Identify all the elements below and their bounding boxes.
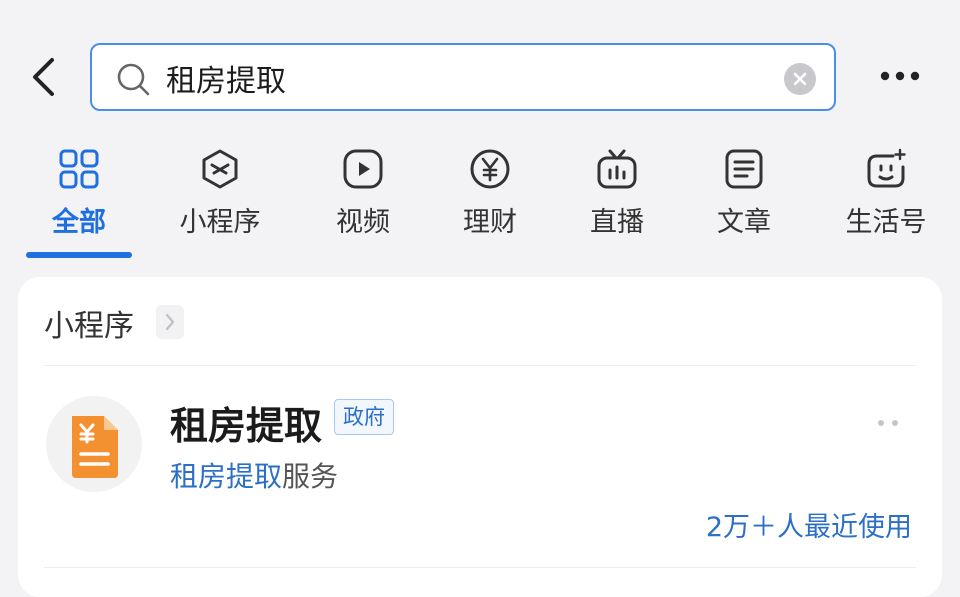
section-more-button[interactable] xyxy=(156,305,184,339)
tab-label: 小程序 xyxy=(179,207,261,238)
divider xyxy=(44,567,916,568)
tv-icon xyxy=(597,149,637,189)
section-title: 小程序 xyxy=(44,309,134,344)
mini-program-icon xyxy=(202,149,238,189)
tab-all[interactable]: 全部 xyxy=(19,140,139,250)
tab-live[interactable]: 直播 xyxy=(557,140,677,250)
chevron-right-icon xyxy=(165,313,175,331)
tab-mini-program[interactable]: 小程序 xyxy=(160,140,280,250)
description-text: 服务 xyxy=(282,460,339,493)
search-box[interactable] xyxy=(90,43,836,111)
back-button[interactable] xyxy=(26,56,66,98)
play-icon xyxy=(343,149,383,189)
app-description: 租房提取服务 xyxy=(170,455,338,495)
usage-count: 2万＋人最近使用 xyxy=(705,512,912,543)
government-badge: 政府 xyxy=(334,399,394,435)
more-options-button[interactable] xyxy=(878,62,922,90)
search-icon xyxy=(117,63,150,96)
yen-document-icon xyxy=(72,416,118,478)
tab-finance[interactable]: 理财 xyxy=(430,140,550,250)
chevron-left-icon xyxy=(33,58,54,96)
tab-label: 理财 xyxy=(463,207,517,238)
tab-label: 直播 xyxy=(590,207,644,238)
tab-label: 生活号 xyxy=(845,207,927,238)
close-icon xyxy=(793,72,807,86)
document-icon xyxy=(725,149,763,189)
category-tabs: 全部 小程序 视频 理财 直播 文章 生活号 xyxy=(0,140,960,262)
tab-life-account[interactable]: 生活号 xyxy=(826,140,946,250)
active-tab-indicator xyxy=(26,252,132,258)
more-dots-icon xyxy=(880,71,920,81)
tab-video[interactable]: 视频 xyxy=(303,140,423,250)
tab-label: 文章 xyxy=(717,207,771,238)
tab-label: 全部 xyxy=(52,207,106,238)
divider xyxy=(44,365,916,366)
top-bar xyxy=(0,0,960,140)
mini-program-results-card: 小程序 租房提取 政府 租房提取服务 2万＋人最近使用 xyxy=(18,277,942,597)
more-dots-icon xyxy=(878,420,898,426)
app-name[interactable]: 租房提取 xyxy=(170,395,322,450)
tab-label: 视频 xyxy=(336,207,390,238)
yen-icon xyxy=(470,149,510,189)
result-more-button[interactable] xyxy=(876,413,900,426)
grid-icon xyxy=(59,149,99,189)
tab-articles[interactable]: 文章 xyxy=(684,140,804,250)
clear-button[interactable] xyxy=(784,63,816,95)
search-input[interactable] xyxy=(166,57,766,99)
life-account-icon xyxy=(867,148,906,188)
app-logo[interactable] xyxy=(46,396,142,492)
description-highlight: 租房提取 xyxy=(170,460,283,493)
